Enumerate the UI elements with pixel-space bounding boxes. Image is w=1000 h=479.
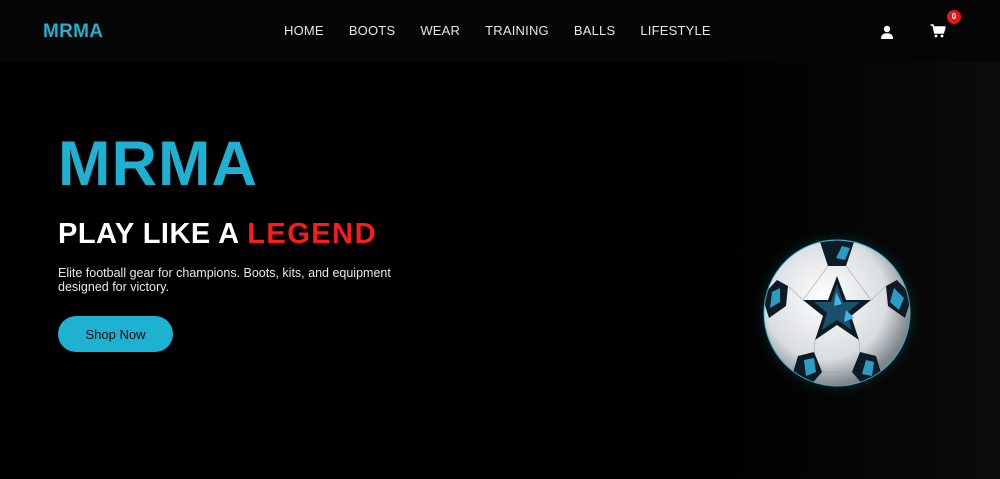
nav-item-lifestyle[interactable]: LIFESTYLE bbox=[640, 23, 710, 38]
hero-description: Elite football gear for champions. Boots… bbox=[58, 266, 391, 294]
nav-item-balls[interactable]: BALLS bbox=[574, 23, 615, 38]
page: MRMA HOME BOOTS WEAR TRAINING BALLS LIFE… bbox=[0, 0, 1000, 479]
tagline-prefix: PLAY LIKE A bbox=[58, 218, 239, 250]
tagline-accent: LEGEND bbox=[247, 218, 378, 250]
hero-title: MRMA bbox=[58, 129, 258, 199]
cart-icon[interactable] bbox=[928, 21, 948, 41]
cart-count-badge: 0 bbox=[947, 10, 961, 24]
hero-tagline: PLAY LIKE A LEGEND bbox=[58, 220, 377, 249]
shop-now-button[interactable]: Shop Now bbox=[58, 316, 173, 352]
nav-menu: HOME BOOTS WEAR TRAINING BALLS LIFESTYLE bbox=[284, 23, 736, 38]
user-icon[interactable] bbox=[877, 22, 897, 42]
football-image bbox=[750, 226, 924, 400]
nav-item-boots[interactable]: BOOTS bbox=[349, 23, 396, 38]
navbar: MRMA HOME BOOTS WEAR TRAINING BALLS LIFE… bbox=[0, 0, 1000, 62]
brand-logo[interactable]: MRMA bbox=[43, 21, 103, 43]
nav-item-wear[interactable]: WEAR bbox=[420, 23, 460, 38]
nav-item-home[interactable]: HOME bbox=[284, 23, 324, 38]
nav-item-training[interactable]: TRAINING bbox=[485, 23, 549, 38]
